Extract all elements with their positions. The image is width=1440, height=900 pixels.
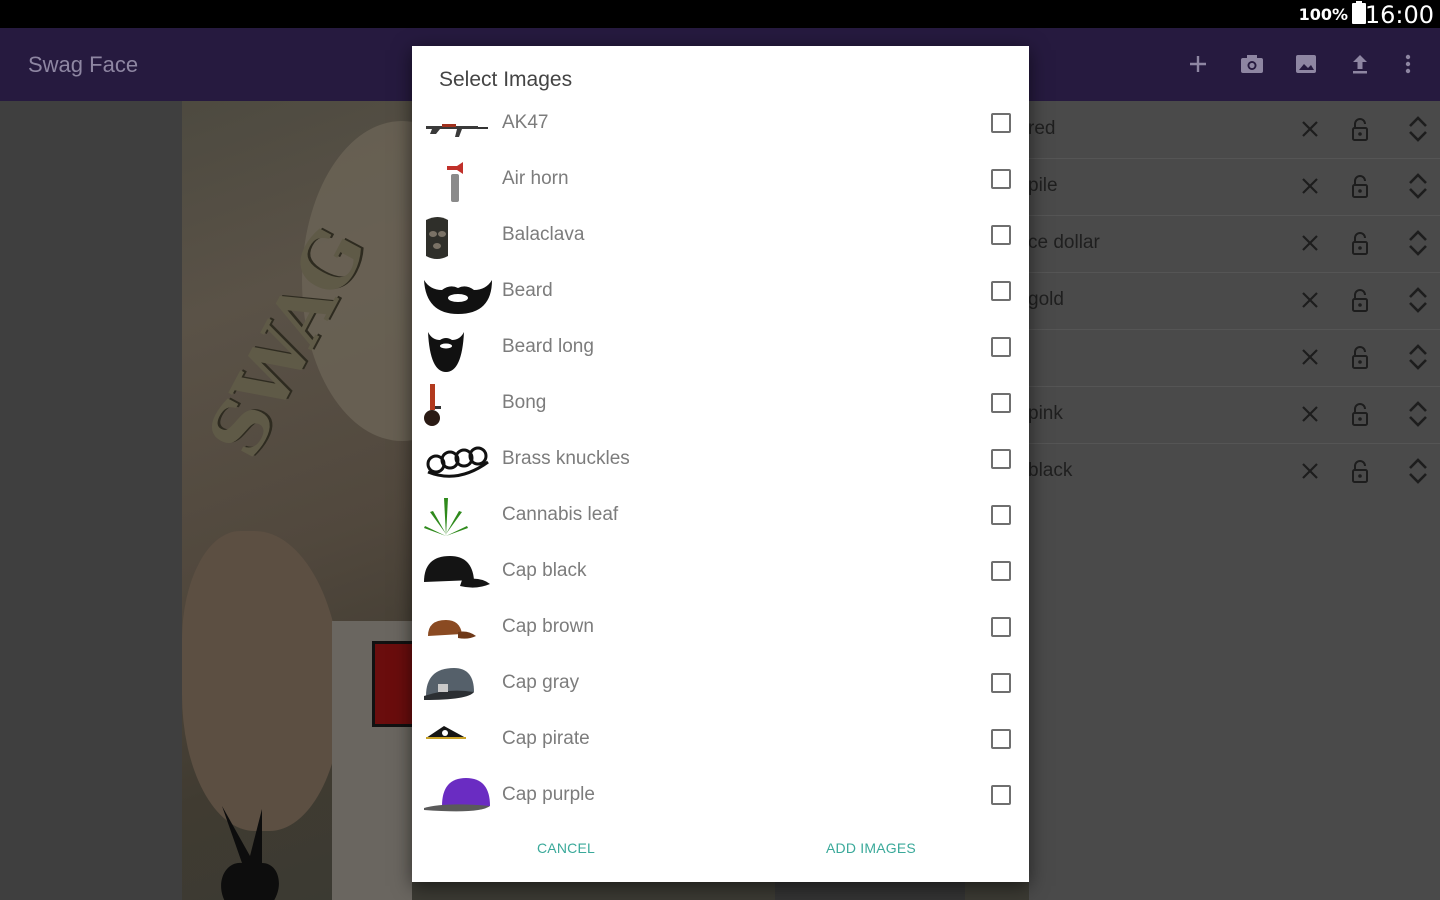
list-item-brass-knuckles[interactable]: Brass knuckles xyxy=(412,434,1029,490)
reorder-icon[interactable] xyxy=(1404,400,1432,428)
layer-row[interactable]: black xyxy=(1028,443,1440,500)
layer-row[interactable]: gold xyxy=(1028,272,1440,330)
remove-icon[interactable] xyxy=(1296,286,1324,314)
layer-row[interactable]: red xyxy=(1028,101,1440,159)
layer-label: black xyxy=(1028,460,1073,481)
image-icon[interactable] xyxy=(1292,50,1320,78)
air-horn-icon xyxy=(447,162,463,202)
reorder-icon[interactable] xyxy=(1404,457,1432,485)
reorder-icon[interactable] xyxy=(1404,229,1432,257)
beard-icon xyxy=(424,280,492,314)
layer-row[interactable]: ce dollar xyxy=(1028,215,1440,273)
list-item-beard-long[interactable]: Beard long xyxy=(412,322,1029,378)
checkbox[interactable] xyxy=(991,673,1011,693)
checkbox[interactable] xyxy=(991,113,1011,133)
list-item-cap-black[interactable]: Cap black xyxy=(412,546,1029,602)
list-item-beard[interactable]: Beard xyxy=(412,266,1029,322)
bong-icon xyxy=(424,384,441,426)
photo-canvas[interactable]: SWAG xyxy=(182,101,412,900)
sticker-layer-list: red pile ce dollar gold pink black xyxy=(1028,101,1440,900)
remove-icon[interactable] xyxy=(1296,400,1324,428)
layer-row[interactable]: pink xyxy=(1028,386,1440,444)
checkbox[interactable] xyxy=(991,785,1011,805)
cap-brown-icon xyxy=(428,620,476,639)
list-item-air-horn[interactable]: Air horn xyxy=(412,154,1029,210)
list-item-bong[interactable]: Bong xyxy=(412,378,1029,434)
cap-gray-icon xyxy=(424,668,474,700)
remove-icon[interactable] xyxy=(1296,172,1324,200)
lock-icon[interactable] xyxy=(1346,400,1374,428)
remove-icon[interactable] xyxy=(1296,457,1324,485)
list-item-ak47[interactable]: AK47 xyxy=(412,98,1029,154)
remove-icon[interactable] xyxy=(1296,115,1324,143)
plus-icon[interactable] xyxy=(1184,50,1212,78)
brass-knuckles-icon xyxy=(426,446,489,478)
list-item-cap-purple[interactable]: Cap purple xyxy=(412,770,1029,826)
dialog-title: Select Images xyxy=(439,68,573,91)
layer-label: red xyxy=(1028,118,1056,139)
beard-long-icon xyxy=(428,332,464,372)
lock-icon[interactable] xyxy=(1346,229,1374,257)
checkbox[interactable] xyxy=(991,281,1011,301)
list-item-cap-brown[interactable]: Cap brown xyxy=(412,602,1029,658)
camera-icon[interactable] xyxy=(1238,50,1266,78)
status-bar: 100% 16:00 xyxy=(0,0,1440,29)
reorder-icon[interactable] xyxy=(1404,115,1432,143)
remove-icon[interactable] xyxy=(1296,229,1324,257)
checkbox[interactable] xyxy=(991,505,1011,525)
layer-label: pile xyxy=(1028,175,1058,196)
layer-row[interactable] xyxy=(1028,329,1440,387)
checkbox[interactable] xyxy=(991,617,1011,637)
checkbox[interactable] xyxy=(991,169,1011,189)
add-images-button[interactable]: ADD IMAGES xyxy=(826,840,916,856)
layer-label: ce dollar xyxy=(1028,232,1100,253)
battery-percentage: 100% xyxy=(1298,5,1348,24)
lock-icon[interactable] xyxy=(1346,286,1374,314)
app-title: Swag Face xyxy=(28,52,139,77)
layer-row[interactable]: pile xyxy=(1028,158,1440,216)
lock-icon[interactable] xyxy=(1346,457,1374,485)
balaclava-icon xyxy=(426,217,448,259)
reorder-icon[interactable] xyxy=(1404,343,1432,371)
select-images-dialog: Select Images AK47 Air horn Balaclava Be… xyxy=(412,46,1029,882)
lock-icon[interactable] xyxy=(1346,115,1374,143)
canvas-margin xyxy=(0,101,182,900)
clock: 16:00 xyxy=(1364,1,1434,29)
reorder-icon[interactable] xyxy=(1404,172,1432,200)
list-item-cap-pirate[interactable]: Cap pirate xyxy=(412,714,1029,770)
reorder-icon[interactable] xyxy=(1404,286,1432,314)
more-vert-icon[interactable] xyxy=(1394,50,1422,78)
cap-pirate-icon xyxy=(426,726,466,739)
layer-label: gold xyxy=(1028,289,1064,310)
cannabis-leaf-icon xyxy=(424,498,468,536)
cap-purple-icon xyxy=(424,778,490,812)
lock-icon[interactable] xyxy=(1346,343,1374,371)
list-item-balaclava[interactable]: Balaclava xyxy=(412,210,1029,266)
cap-black-icon xyxy=(424,556,490,588)
checkbox[interactable] xyxy=(991,561,1011,581)
lock-icon[interactable] xyxy=(1346,172,1374,200)
ak47-icon xyxy=(426,124,488,137)
upload-icon[interactable] xyxy=(1346,50,1374,78)
list-item-cannabis-leaf[interactable]: Cannabis leaf xyxy=(412,490,1029,546)
list-item-cap-gray[interactable]: Cap gray xyxy=(412,658,1029,714)
checkbox[interactable] xyxy=(991,337,1011,357)
checkbox[interactable] xyxy=(991,449,1011,469)
cancel-button[interactable]: CANCEL xyxy=(537,840,595,856)
layer-label: pink xyxy=(1028,403,1063,424)
checkbox[interactable] xyxy=(991,729,1011,749)
remove-icon[interactable] xyxy=(1296,343,1324,371)
checkbox[interactable] xyxy=(991,225,1011,245)
bunny-logo-icon xyxy=(221,806,279,900)
checkbox[interactable] xyxy=(991,393,1011,413)
